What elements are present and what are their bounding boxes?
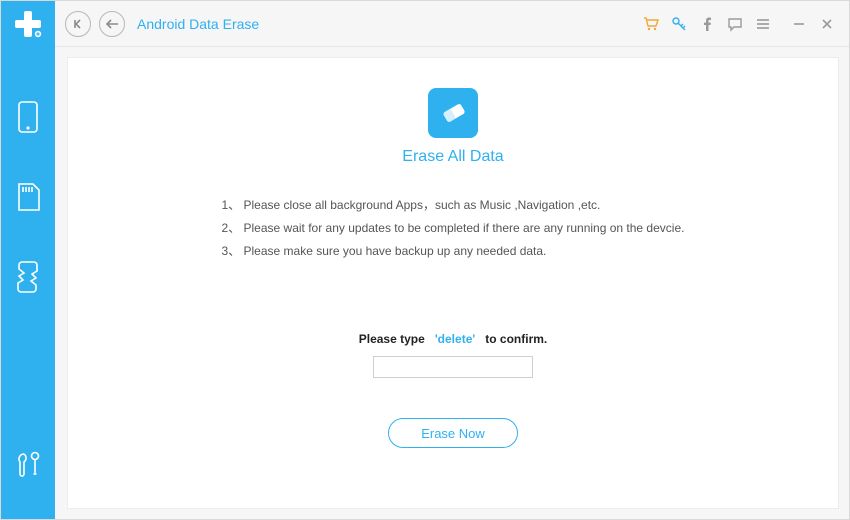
nav-home-button[interactable] — [65, 11, 91, 37]
menu-button[interactable] — [750, 11, 776, 37]
facebook-icon — [700, 17, 714, 31]
minimize-button[interactable] — [786, 11, 812, 37]
main-panel: Erase All Data 1、 Please close all backg… — [67, 57, 839, 509]
close-icon — [820, 17, 834, 31]
plus-logo-icon — [12, 8, 44, 40]
erase-now-button[interactable]: Erase Now — [388, 418, 518, 448]
broken-phone-icon — [17, 260, 39, 294]
app-window: Android Data Erase — [0, 0, 850, 520]
cart-icon — [643, 16, 659, 32]
hamburger-icon — [755, 16, 771, 32]
main-title: Erase All Data — [402, 148, 503, 166]
sidebar-item-sdcard[interactable] — [1, 157, 55, 237]
facebook-button[interactable] — [694, 11, 720, 37]
confirm-prefix: Please type — [359, 332, 425, 346]
confirm-text: Please type 'delete' to confirm. — [359, 332, 548, 346]
eraser-icon — [438, 98, 468, 128]
erase-now-label: Erase Now — [421, 426, 485, 441]
key-button[interactable] — [666, 11, 692, 37]
home-arrow-icon — [72, 18, 84, 30]
cart-button[interactable] — [638, 11, 664, 37]
nav-back-button[interactable] — [99, 11, 125, 37]
back-arrow-icon — [105, 18, 119, 30]
minimize-icon — [792, 17, 806, 31]
sdcard-icon — [15, 182, 41, 212]
close-button[interactable] — [814, 11, 840, 37]
instruction-number: 1、 — [222, 194, 240, 217]
confirm-keyword: 'delete' — [435, 332, 475, 346]
page-title: Android Data Erase — [137, 16, 259, 32]
feedback-button[interactable] — [722, 11, 748, 37]
sidebar — [1, 1, 55, 519]
sidebar-item-tools[interactable] — [1, 425, 55, 505]
confirm-input[interactable] — [373, 356, 533, 378]
app-logo — [1, 1, 55, 47]
confirm-suffix: to confirm. — [485, 332, 547, 346]
phone-icon — [17, 100, 39, 134]
instruction-row: 2、 Please wait for any updates to be com… — [222, 217, 685, 240]
key-icon — [671, 16, 687, 32]
instruction-list: 1、 Please close all background Apps，such… — [222, 194, 685, 262]
speech-bubble-icon — [727, 16, 743, 32]
wrench-screwdriver-icon — [14, 450, 42, 480]
instruction-number: 3、 — [222, 240, 240, 263]
instruction-text: Please make sure you have backup up any … — [244, 240, 547, 263]
instruction-text: Please close all background Apps，such as… — [244, 194, 601, 217]
erase-hero-icon-box — [428, 88, 478, 138]
sidebar-item-broken-phone[interactable] — [1, 237, 55, 317]
instruction-text: Please wait for any updates to be comple… — [244, 217, 685, 240]
instruction-number: 2、 — [222, 217, 240, 240]
sidebar-item-phone[interactable] — [1, 77, 55, 157]
instruction-row: 1、 Please close all background Apps，such… — [222, 194, 685, 217]
topbar-utilities — [637, 1, 841, 47]
topbar: Android Data Erase — [55, 1, 849, 47]
instruction-row: 3、 Please make sure you have backup up a… — [222, 240, 685, 263]
confirm-block: Please type 'delete' to confirm. — [359, 332, 548, 378]
